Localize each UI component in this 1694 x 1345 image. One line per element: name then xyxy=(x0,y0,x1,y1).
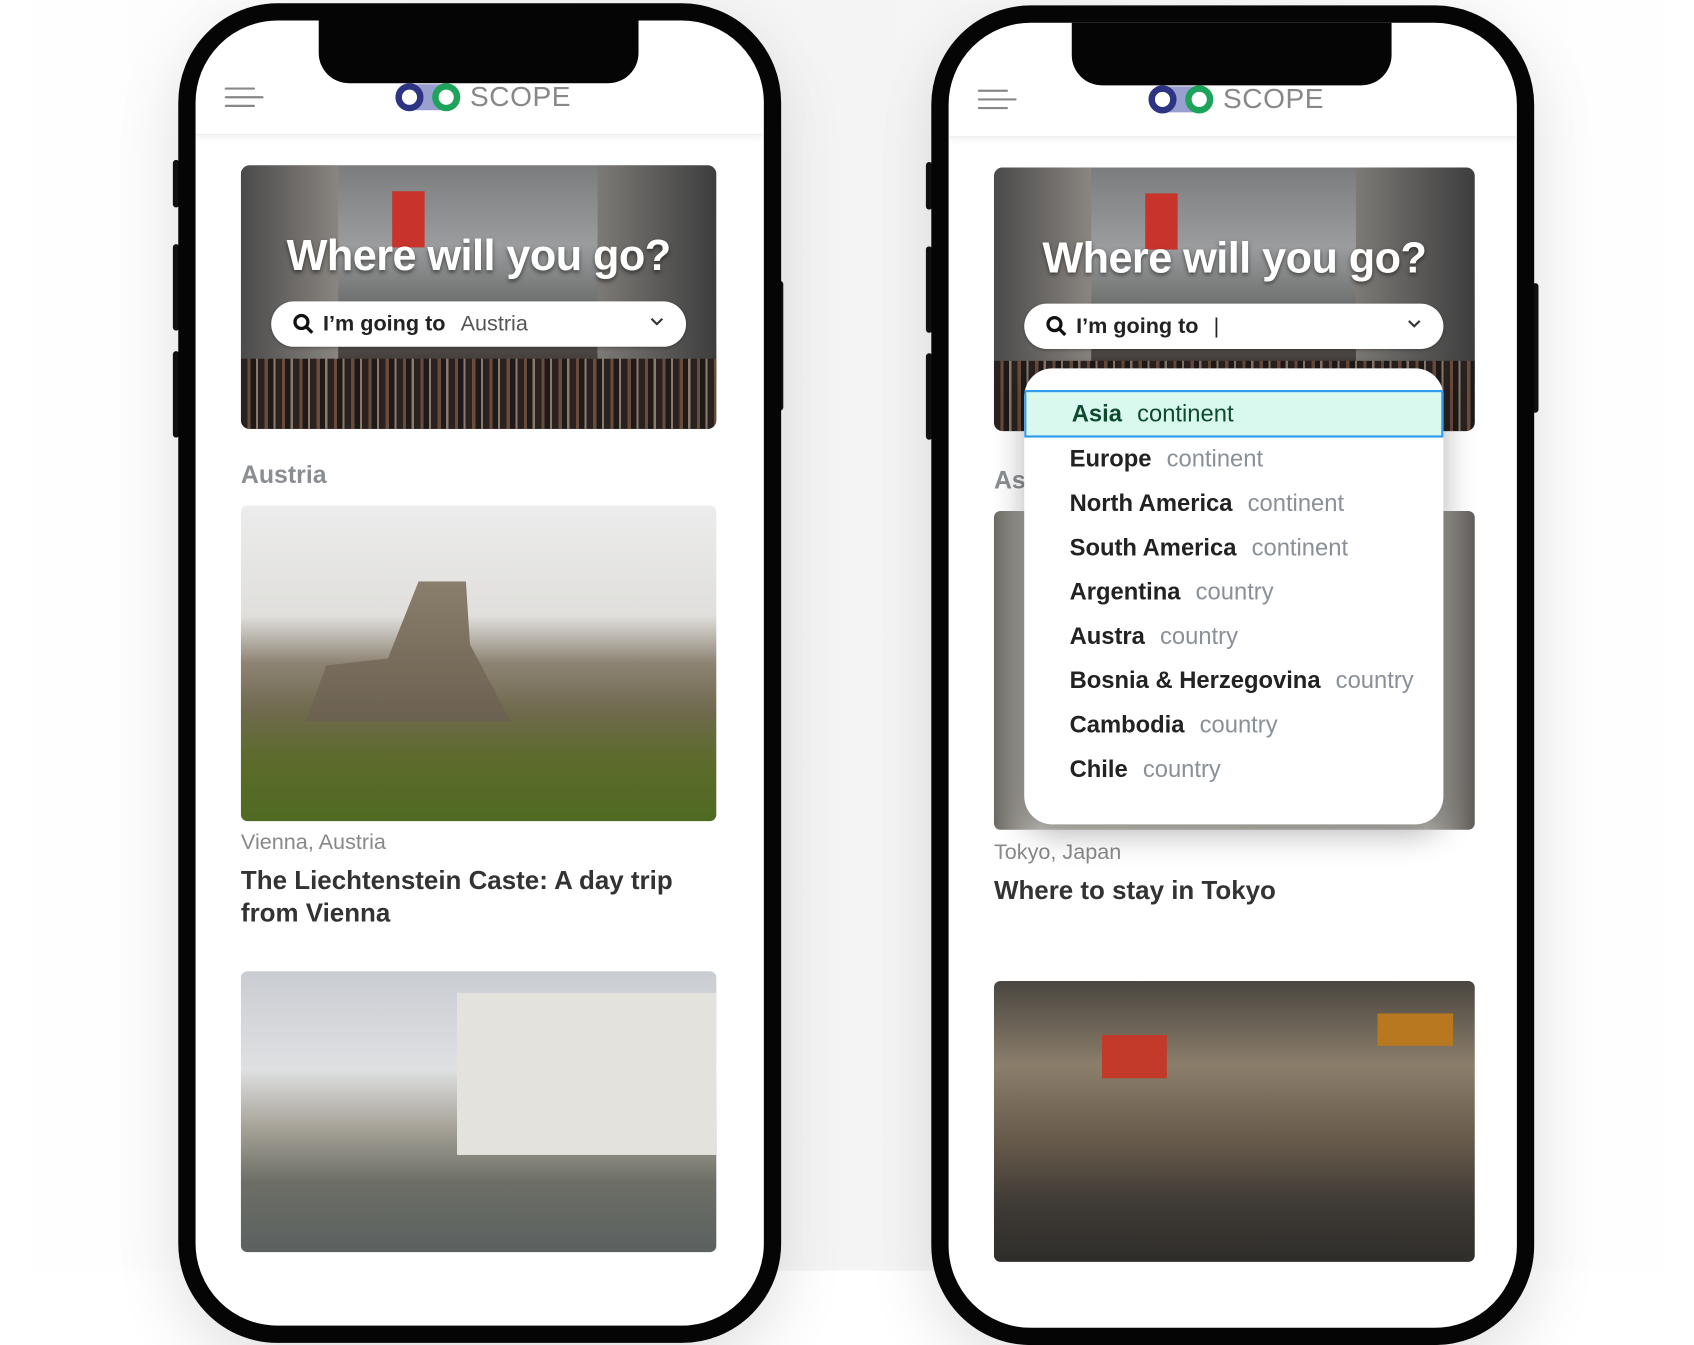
card-image-tokyo-market[interactable] xyxy=(993,981,1475,1262)
search-icon xyxy=(1046,316,1067,337)
section-heading: Austria xyxy=(240,460,327,489)
destination-search[interactable]: I’m going to Austria xyxy=(271,301,687,347)
phone-left: SCOPE Where will you go? I’m going to Au… xyxy=(178,3,782,1343)
search-value[interactable]: Austria xyxy=(461,312,528,337)
card-image-castle[interactable] xyxy=(240,505,717,822)
search-label: I’m going to xyxy=(1076,313,1199,338)
dropdown-option[interactable]: Europe continent xyxy=(1024,435,1443,483)
brand-name: SCOPE xyxy=(469,79,572,113)
binocular-logo-icon xyxy=(1148,84,1214,113)
phone-notch xyxy=(318,20,639,84)
search-icon xyxy=(293,313,314,334)
search-input-cursor[interactable]: | xyxy=(1214,314,1220,339)
hamburger-menu-icon[interactable] xyxy=(977,89,1017,110)
phone-right: SCOPE Where will you go? I’m going to | … xyxy=(931,5,1535,1345)
chevron-down-icon[interactable] xyxy=(1407,317,1422,332)
dropdown-option[interactable]: Chile country xyxy=(1024,745,1443,793)
card-location: Tokyo, Japan xyxy=(993,840,1122,865)
chevron-down-icon[interactable] xyxy=(649,314,664,329)
search-label: I’m going to xyxy=(323,311,446,336)
card-location: Vienna, Austria xyxy=(240,830,386,855)
destination-search[interactable]: I’m going to | xyxy=(1024,303,1444,349)
dropdown-option[interactable]: South America continent xyxy=(1024,524,1443,572)
hero-title: Where will you go? xyxy=(1042,234,1427,282)
dropdown-option[interactable]: Cambodia country xyxy=(1024,701,1443,749)
brand-name: SCOPE xyxy=(1223,82,1325,115)
card-title[interactable]: The Liechtenstein Caste: A day trip from… xyxy=(241,865,695,930)
dropdown-option[interactable]: North America continent xyxy=(1024,480,1443,528)
scope-logo[interactable]: SCOPE xyxy=(1147,82,1324,115)
hero-banner: Where will you go? I’m going to Austria xyxy=(240,165,717,429)
phone-notch xyxy=(1071,22,1392,86)
section-heading: As xyxy=(993,465,1026,494)
card-image-vienna[interactable] xyxy=(240,971,717,1253)
dropdown-option[interactable]: Austra country xyxy=(1024,613,1443,661)
card-title[interactable]: Where to stay in Tokyo xyxy=(994,875,1448,907)
dropdown-option[interactable]: Asia continent xyxy=(1024,390,1444,438)
hero-title: Where will you go? xyxy=(286,232,672,280)
binocular-logo-icon xyxy=(395,82,461,111)
dropdown-option[interactable]: Argentina country xyxy=(1024,568,1443,616)
hamburger-menu-icon[interactable] xyxy=(224,87,264,107)
scope-logo[interactable]: SCOPE xyxy=(394,80,571,113)
destination-dropdown: Asia continent Europe continent North Amer… xyxy=(1024,368,1444,825)
dropdown-option[interactable]: Bosnia & Herzegovina country xyxy=(1024,657,1443,705)
